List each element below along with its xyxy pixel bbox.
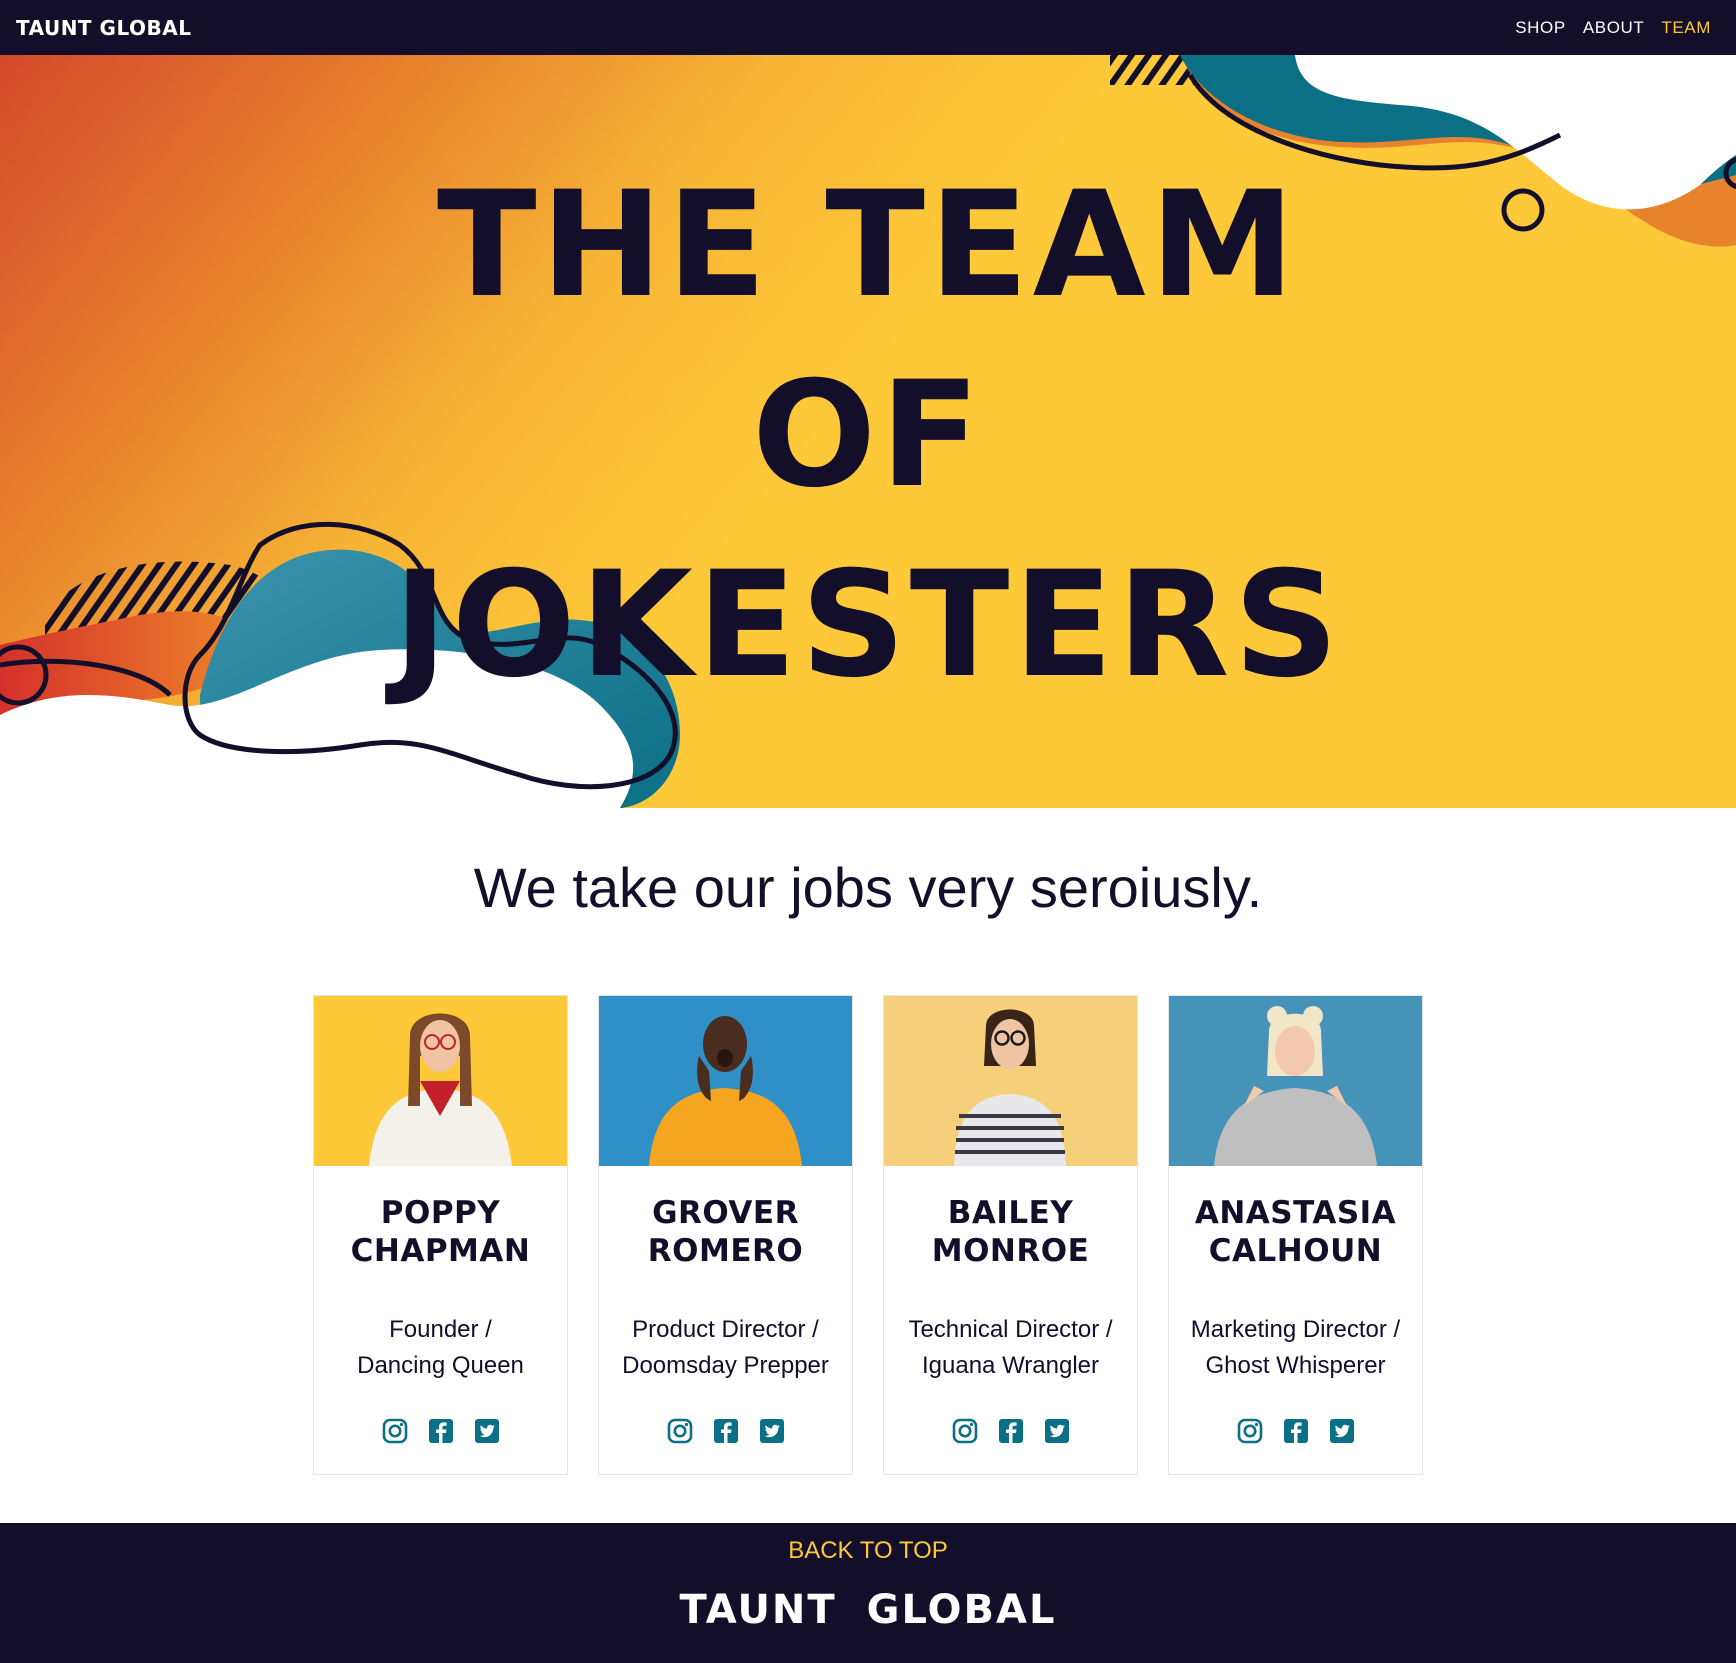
team-photo [884, 996, 1137, 1166]
hero-title-line-3: JOKESTERS [393, 540, 1343, 710]
team-card: POPPY CHAPMAN Founder / Dancing Queen [313, 995, 568, 1475]
member-name: POPPY CHAPMAN [350, 1195, 531, 1269]
instagram-icon[interactable] [1236, 1417, 1264, 1445]
instagram-icon[interactable] [666, 1417, 694, 1445]
member-name: BAILEY MONROE [931, 1195, 1090, 1269]
twitter-icon[interactable] [758, 1417, 786, 1445]
twitter-icon[interactable] [473, 1417, 501, 1445]
social-links [884, 1417, 1137, 1445]
team-photo [314, 996, 567, 1166]
instagram-icon[interactable] [951, 1417, 979, 1445]
twitter-icon[interactable] [1043, 1417, 1071, 1445]
social-links [1169, 1417, 1422, 1445]
team-card: BAILEY MONROE Technical Director / Iguan… [883, 995, 1138, 1475]
facebook-icon[interactable] [1282, 1417, 1310, 1445]
hero-banner: THE TEAM OF JOKESTERS [0, 55, 1736, 808]
member-role: Founder / Dancing Queen [357, 1316, 524, 1379]
instagram-icon[interactable] [381, 1417, 409, 1445]
facebook-icon[interactable] [427, 1417, 455, 1445]
nav-links: SHOP ABOUT TEAM [1498, 18, 1711, 38]
hero-title-line-1: THE TEAM [437, 160, 1299, 330]
facebook-icon[interactable] [712, 1417, 740, 1445]
facebook-icon[interactable] [997, 1417, 1025, 1445]
nav-link-shop[interactable]: SHOP [1515, 18, 1566, 38]
team-photo [599, 996, 852, 1166]
twitter-icon[interactable] [1328, 1417, 1356, 1445]
brand-logo[interactable]: TAUNT GLOBAL [16, 16, 191, 40]
hero-title: THE TEAM OF JOKESTERS [0, 150, 1736, 720]
tagline: We take our jobs very seroiusly. [473, 856, 1263, 919]
team-cards: POPPY CHAPMAN Founder / Dancing Queen GR… [313, 995, 1423, 1475]
social-links [599, 1417, 852, 1445]
team-card: ANASTASIA CALHOUN Marketing Director / G… [1168, 995, 1423, 1475]
member-name: GROVER ROMERO [647, 1195, 804, 1269]
back-to-top-link[interactable]: BACK TO TOP [0, 1537, 1736, 1565]
team-photo [1169, 996, 1422, 1166]
member-role: Product Director / Doomsday Prepper [622, 1316, 829, 1379]
team-card: GROVER ROMERO Product Director / Doomsda… [598, 995, 853, 1475]
social-links [314, 1417, 567, 1445]
footer: BACK TO TOP TAUNT GLOBAL [0, 1523, 1736, 1663]
member-role: Technical Director / Iguana Wrangler [908, 1316, 1113, 1379]
footer-logo[interactable]: TAUNT GLOBAL [0, 1587, 1736, 1633]
top-navbar: TAUNT GLOBAL SHOP ABOUT TEAM [0, 0, 1736, 55]
nav-link-about[interactable]: ABOUT [1583, 18, 1645, 38]
nav-link-team[interactable]: TEAM [1661, 18, 1711, 38]
member-role: Marketing Director / Ghost Whisperer [1190, 1316, 1401, 1379]
member-name: ANASTASIA CALHOUN [1194, 1195, 1397, 1269]
hero-title-line-2: OF [752, 350, 984, 520]
